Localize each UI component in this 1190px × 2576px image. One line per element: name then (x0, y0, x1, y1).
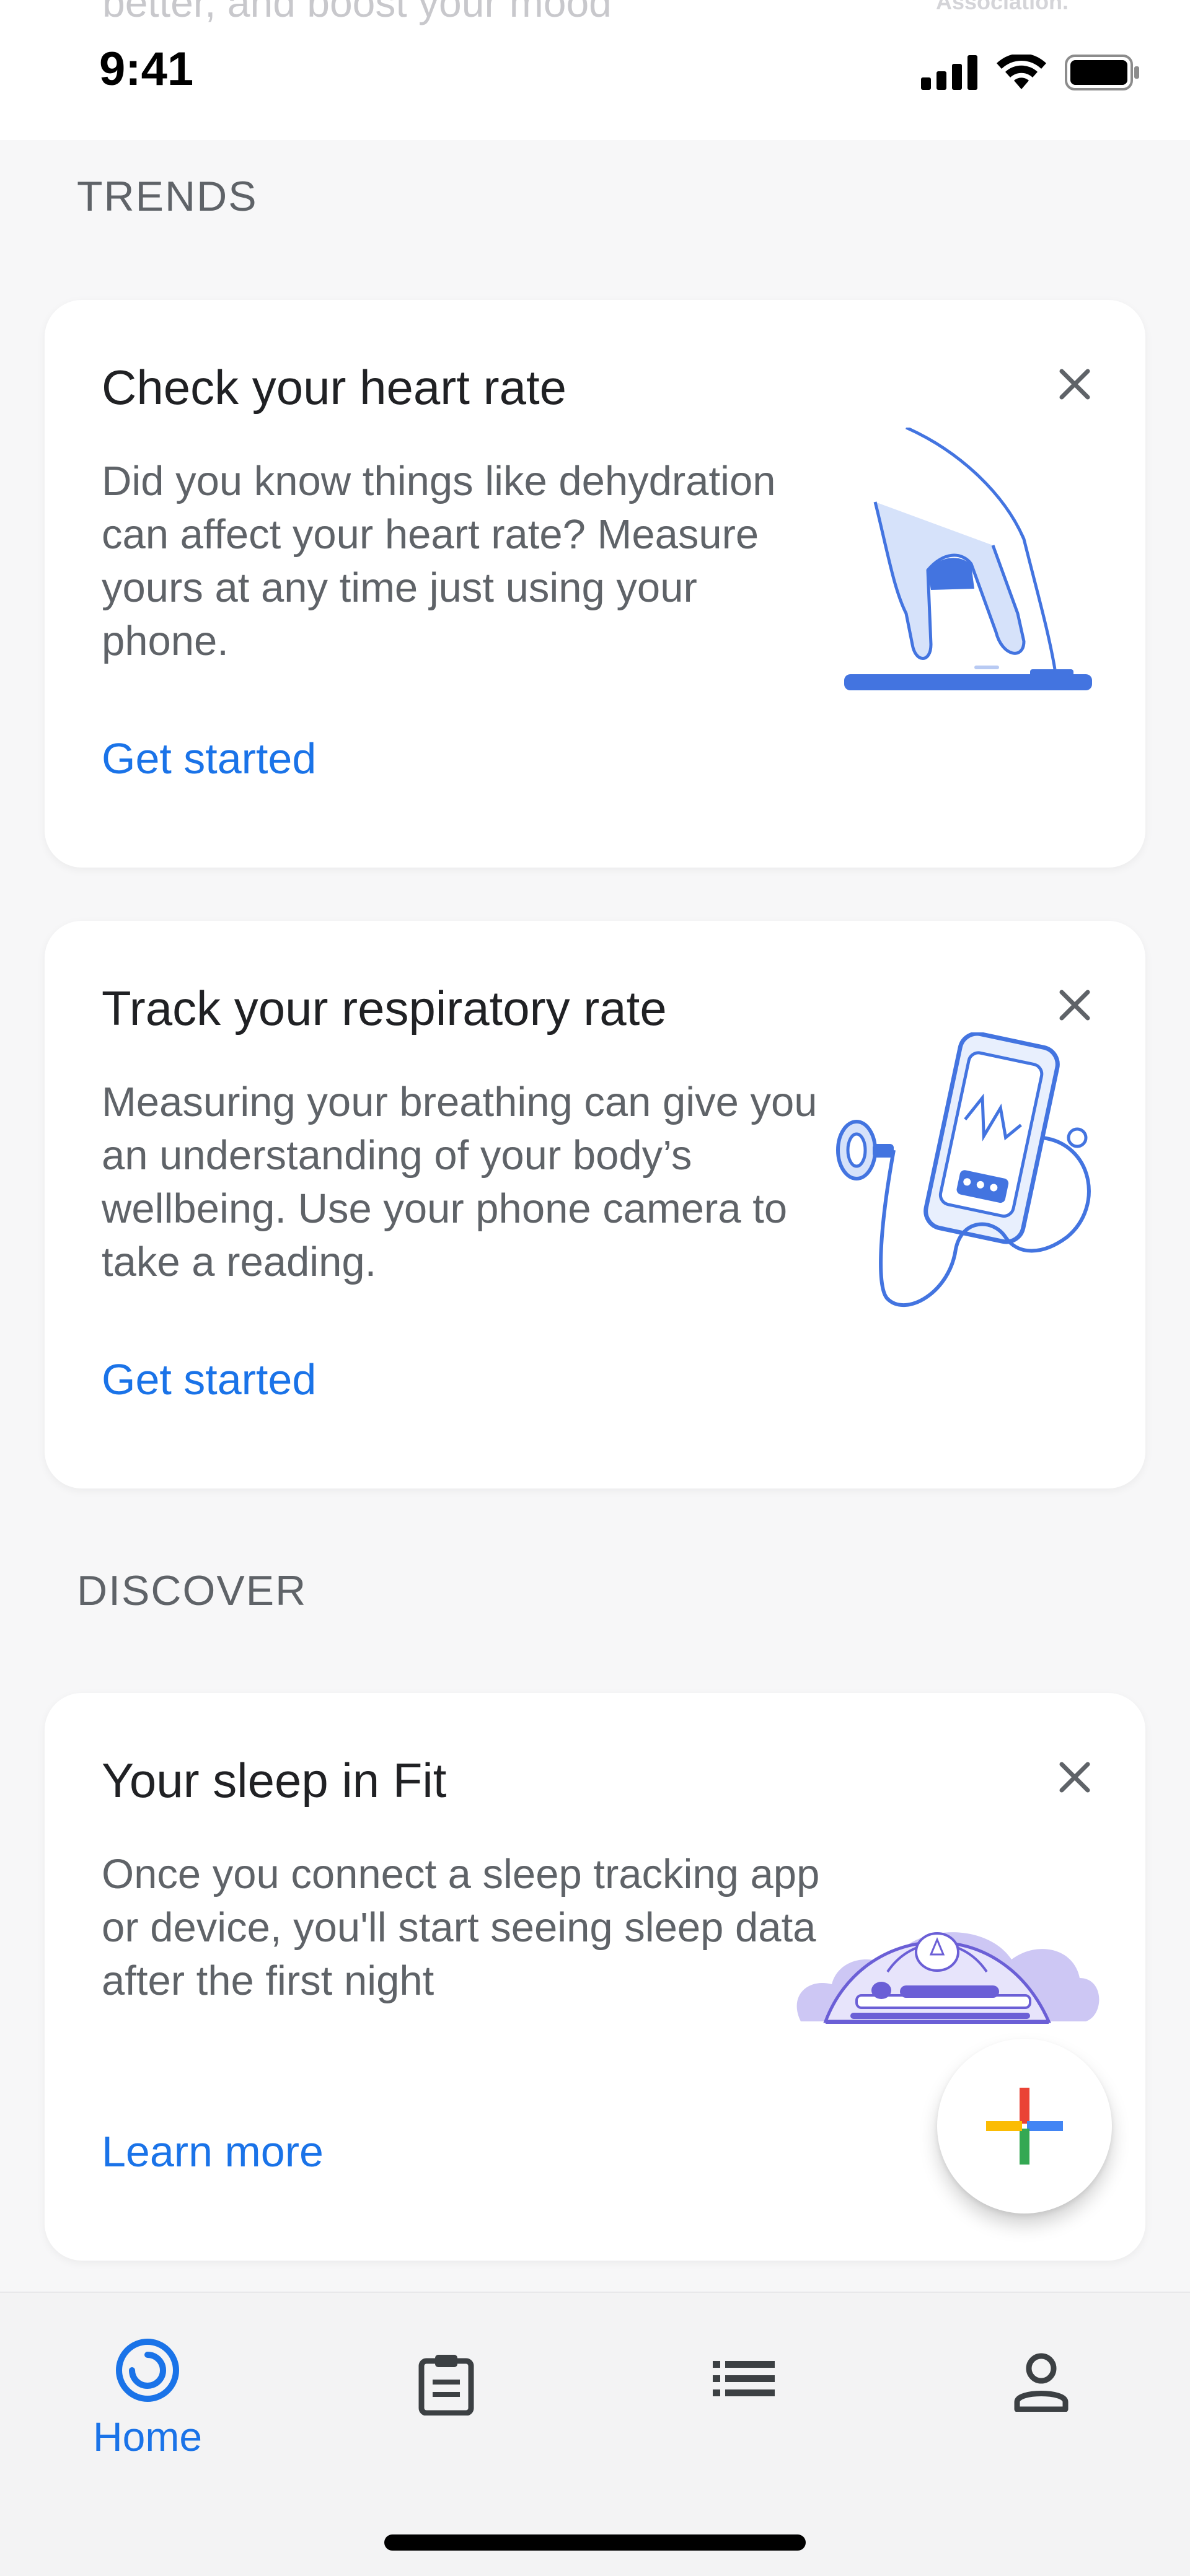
nav-item-profile[interactable] (948, 2352, 1134, 2412)
profile-icon (1014, 2353, 1069, 2412)
close-icon (1059, 369, 1090, 400)
status-icons (921, 55, 1140, 90)
journal-icon (418, 2355, 474, 2416)
tent-sleeping-illustration (796, 1932, 1100, 2024)
card-title: Your sleep in Fit (102, 1753, 447, 1808)
heart-rate-card[interactable]: Check your heart rate Did you know thing… (45, 300, 1145, 868)
nav-item-journal[interactable] (353, 2354, 539, 2416)
get-started-link[interactable]: Get started (102, 1355, 316, 1404)
plus-icon (986, 2088, 1063, 2165)
status-time: 9:41 (99, 43, 194, 95)
nav-label-home: Home (92, 2414, 203, 2460)
app-screen: better, and boost your mood Association.… (0, 0, 1190, 2576)
partner-logo-peek: Association. (936, 0, 1069, 14)
add-entry-button[interactable] (937, 2039, 1112, 2213)
card-description: Measuring your breathing can give you an… (102, 1079, 818, 1285)
close-icon (1059, 990, 1090, 1021)
nav-item-browse[interactable] (651, 2360, 837, 2397)
dismiss-button[interactable] (1052, 1755, 1097, 1800)
scrolled-content-peek: better, and boost your mood (102, 0, 612, 25)
close-icon (1059, 1762, 1090, 1793)
card-description: Did you know things like dehydration can… (102, 458, 776, 664)
section-label-trends: TRENDS (77, 173, 258, 220)
card-title: Track your respiratory rate (102, 981, 667, 1035)
learn-more-link[interactable]: Learn more (102, 2127, 324, 2176)
phone-stethoscope-illustration (836, 1032, 1091, 1308)
signal-icon (921, 55, 977, 90)
card-description: Once you connect a sleep tracking app or… (102, 1851, 820, 2004)
home-indicator[interactable] (384, 2534, 806, 2551)
nav-item-home[interactable]: Home (55, 2336, 240, 2460)
get-started-link[interactable]: Get started (102, 734, 316, 783)
home-ring-icon (116, 2339, 179, 2402)
dismiss-button[interactable] (1052, 983, 1097, 1027)
section-label-discover: DISCOVER (77, 1567, 307, 1614)
bottom-navigation: Home (0, 2292, 1190, 2576)
status-bar: better, and boost your mood Association.… (0, 0, 1190, 140)
card-title: Check your heart rate (102, 360, 567, 415)
dismiss-button[interactable] (1052, 362, 1097, 407)
respiratory-rate-card[interactable]: Track your respiratory rate Measuring yo… (45, 921, 1145, 1488)
battery-icon (1065, 55, 1139, 90)
browse-list-icon (713, 2361, 775, 2396)
wifi-icon (997, 55, 1046, 89)
finger-on-phone-illustration (844, 428, 1092, 690)
